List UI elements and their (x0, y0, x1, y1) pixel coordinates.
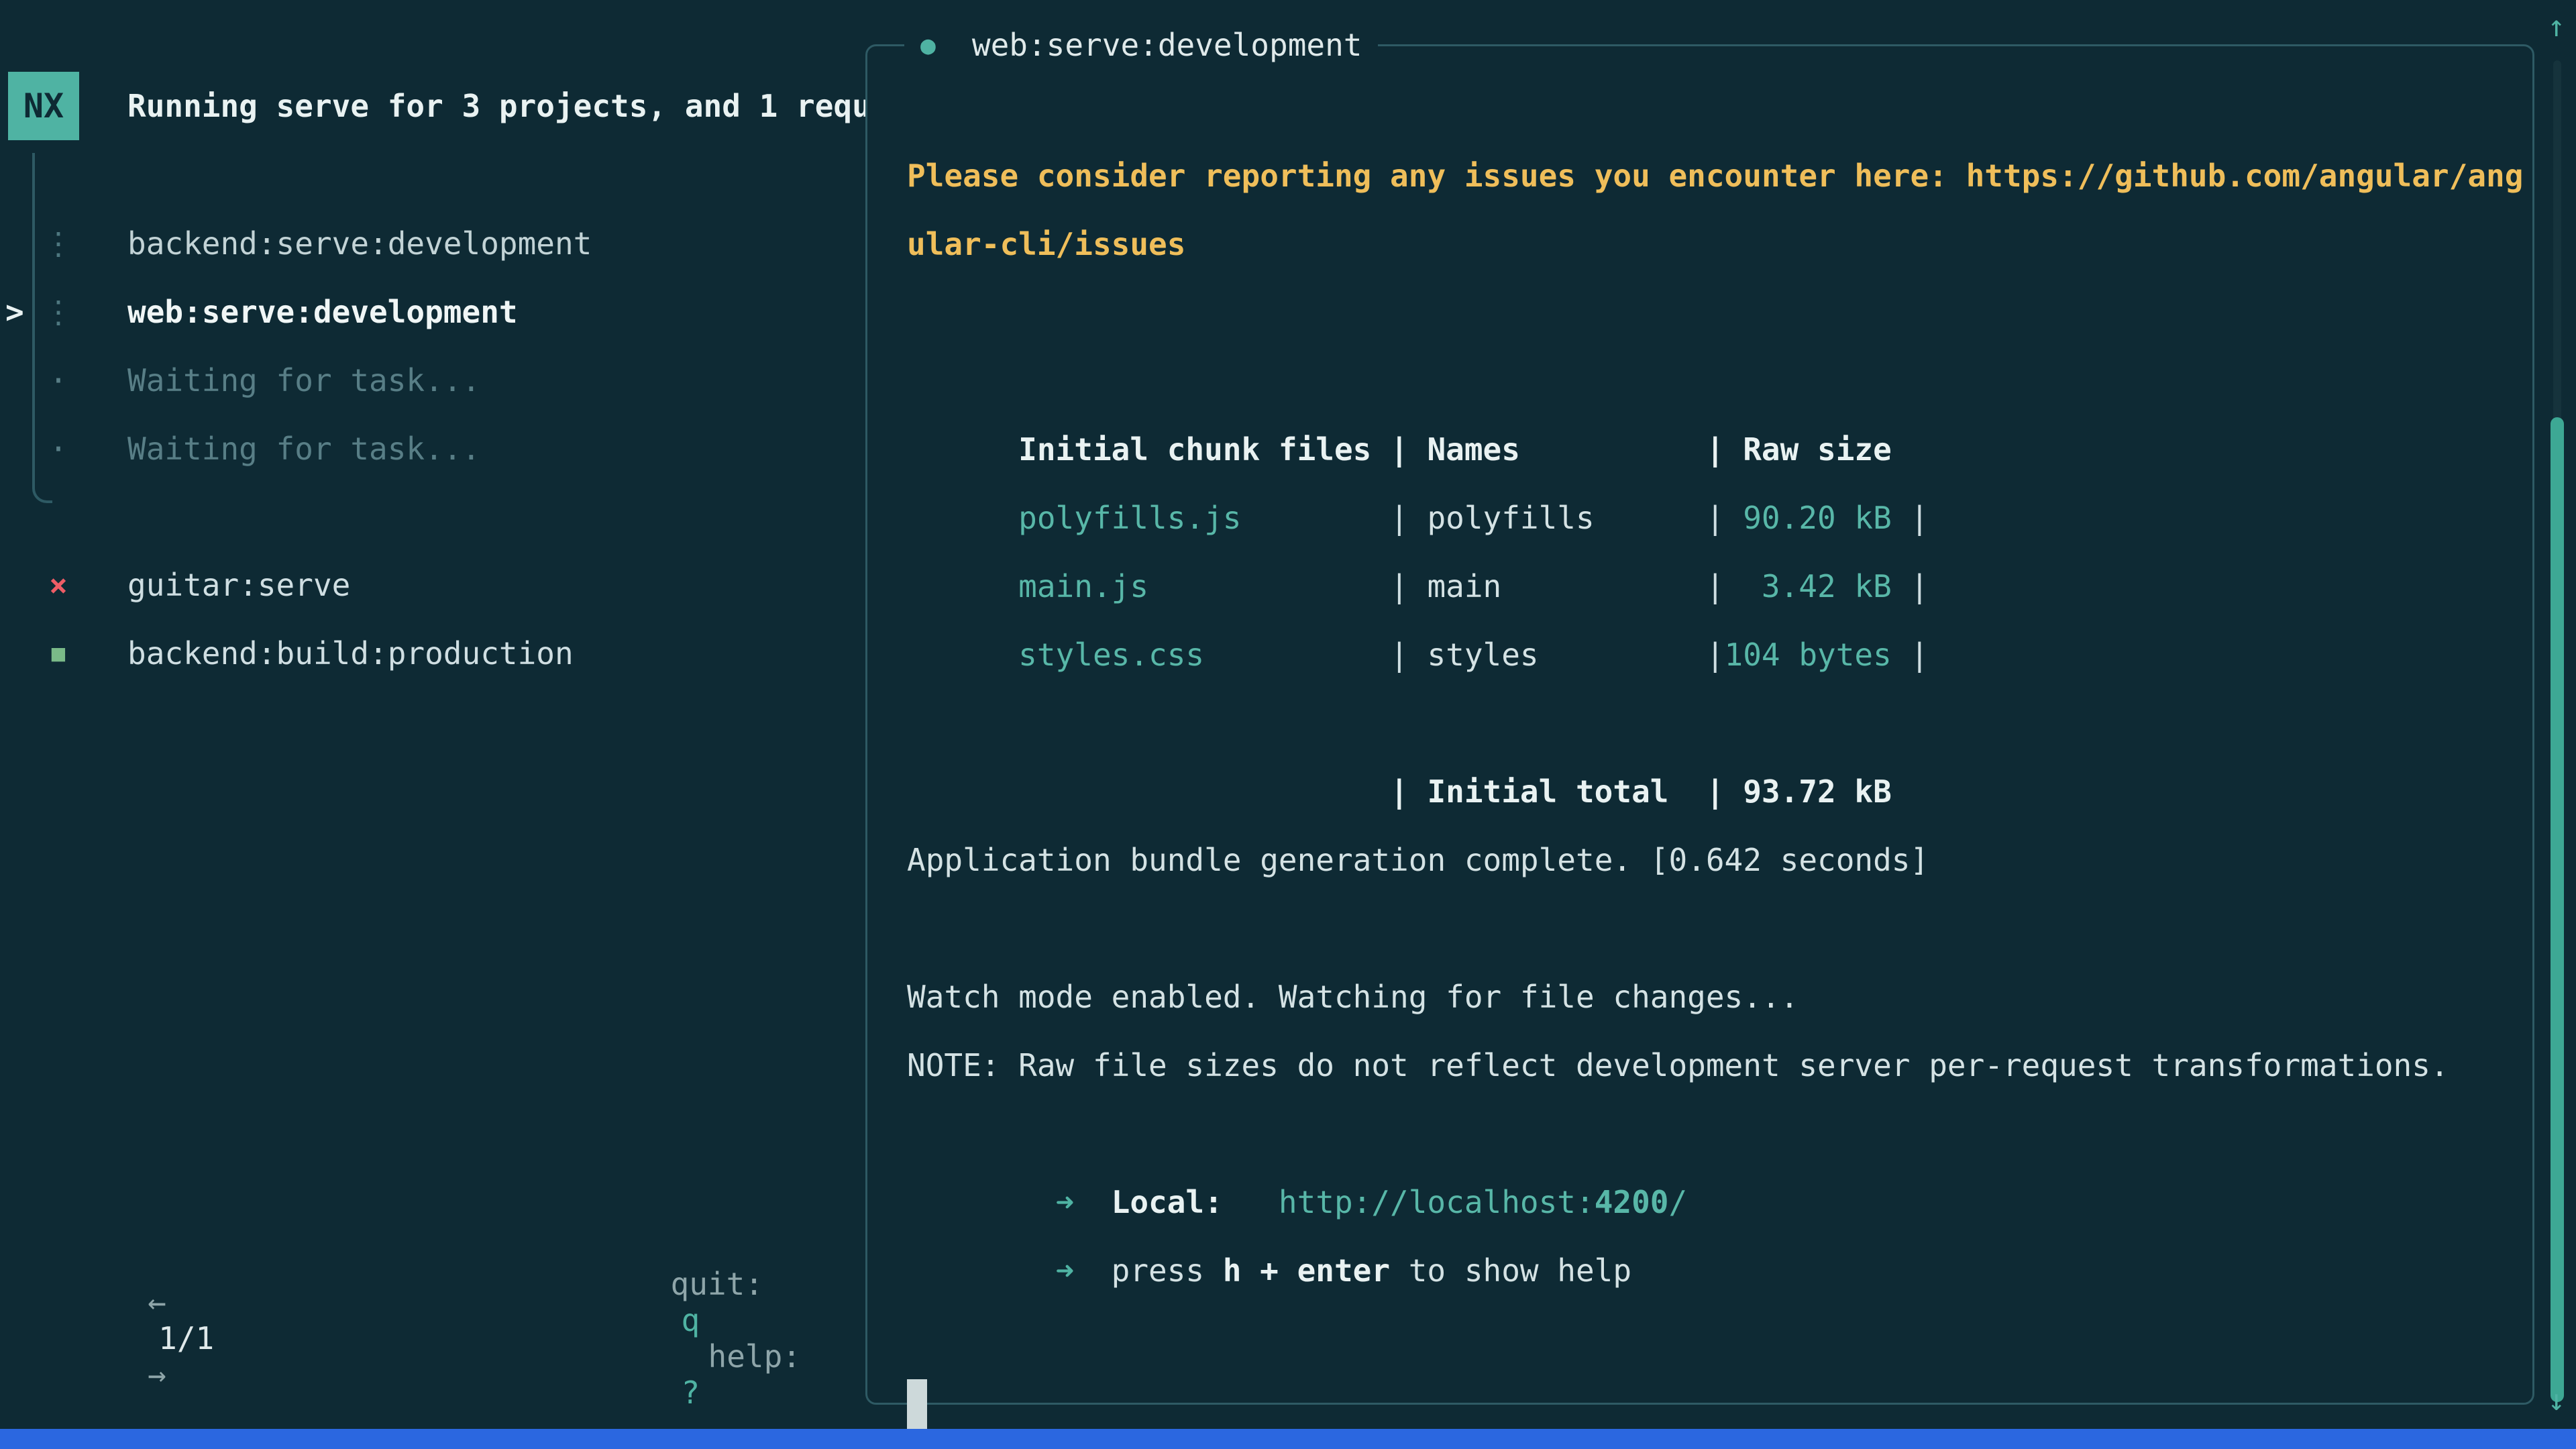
pager: ← 1/1 → (36, 1248, 225, 1429)
task-row-waiting-1[interactable]: · Waiting for task... (0, 346, 859, 415)
pipe: | (1390, 431, 1409, 468)
pager-count: 1/1 (158, 1320, 214, 1356)
pager-next-button[interactable]: → (148, 1356, 166, 1393)
quit-key: q (682, 1302, 700, 1338)
pipe: | (1706, 773, 1725, 810)
local-url-link[interactable]: http://localhost:4200/ (1279, 1184, 1687, 1220)
app-title: Running serve for 3 projects, and 1 requ (127, 72, 871, 140)
selected-chevron-icon: > (5, 294, 24, 330)
notice-text: Please consider reporting any issues you… (907, 142, 2523, 278)
local-label: Local: (1112, 1184, 1223, 1220)
pipe: | (1706, 568, 1725, 604)
task-row-guitar-serve[interactable]: × guitar:serve (0, 551, 859, 619)
task-row-backend-serve[interactable]: ⋮ backend:serve:development (0, 209, 859, 278)
help-hint: help: (708, 1338, 801, 1375)
spinner-icon: ⋮ (42, 294, 75, 330)
pipe: | (1706, 637, 1725, 673)
local-url-line: ➜Local:http://localhost:4200/ (907, 1099, 2530, 1168)
blank-line (907, 278, 2530, 347)
cursor-block (907, 1379, 927, 1436)
pager-prev-button[interactable]: ← (148, 1284, 166, 1320)
status-dot-icon: ● (920, 30, 936, 60)
pipe: | (1910, 568, 1929, 604)
finished-task-list: × guitar:serve ■ backend:build:productio… (0, 551, 859, 688)
task-label: backend:build:production (0, 635, 574, 672)
pipe: | (1390, 773, 1409, 810)
keyboard-shortcut: h + enter (1223, 1252, 1390, 1289)
waiting-dot-icon: · (42, 431, 75, 467)
pipe: | (1706, 500, 1725, 536)
panel-output: Please consider reporting any issues you… (907, 142, 2530, 1305)
help-text: press h + enter to show help (1112, 1252, 1631, 1289)
help-key: ? (682, 1375, 700, 1411)
watch-mode-text: Watch mode enabled. Watching for file ch… (907, 963, 2530, 1031)
task-label: web:serve:development (0, 294, 518, 330)
cross-icon: × (42, 567, 75, 603)
spinner-icon: ⋮ (42, 225, 75, 262)
scroll-down-icon[interactable]: ↓ (2548, 1383, 2566, 1417)
chunk-table-header: Initial chunk files|Names|Raw size (907, 347, 2530, 415)
pipe: | (1706, 431, 1725, 468)
square-icon: ■ (42, 640, 75, 667)
pipe: | (1390, 637, 1409, 673)
task-row-backend-build[interactable]: ■ backend:build:production (0, 619, 859, 688)
arrow-icon: ➜ (1056, 1252, 1075, 1289)
sidebar-footer: ← 1/1 → quit: q help: ? (0, 1304, 865, 1373)
task-row-waiting-2[interactable]: · Waiting for task... (0, 415, 859, 483)
pipe: | (1910, 500, 1929, 536)
bundle-complete-text: Application bundle generation complete. … (907, 826, 2530, 894)
scrollbar-thumb[interactable] (2551, 417, 2564, 1402)
arrow-icon: ➜ (1056, 1184, 1075, 1220)
port-number: 4200 (1595, 1184, 1669, 1220)
bottom-taskbar (0, 1429, 2576, 1449)
blank-line (907, 894, 2530, 963)
task-label: backend:serve:development (0, 225, 592, 262)
pipe: | (1910, 637, 1929, 673)
total-row: |Initial total|93.72 kB (907, 689, 2530, 757)
task-list: ⋮ backend:serve:development > ⋮ web:serv… (0, 209, 859, 483)
key-hints: quit: q help: ? (559, 1230, 801, 1447)
task-row-web-serve[interactable]: > ⋮ web:serve:development (0, 278, 859, 346)
pipe: | (1390, 568, 1409, 604)
panel-title: ● web:serve:development (904, 25, 1378, 65)
nx-tui-screen: NX Running serve for 3 projects, and 1 r… (0, 0, 2576, 1449)
note-text: NOTE: Raw file sizes do not reflect deve… (907, 1031, 2530, 1099)
quit-hint: quit: (671, 1266, 763, 1302)
nx-logo: NX (8, 72, 79, 140)
waiting-dot-icon: · (42, 362, 75, 398)
panel-title-text: web:serve:development (972, 27, 1362, 63)
pipe: | (1390, 500, 1409, 536)
scroll-up-icon[interactable]: ↑ (2548, 9, 2566, 44)
